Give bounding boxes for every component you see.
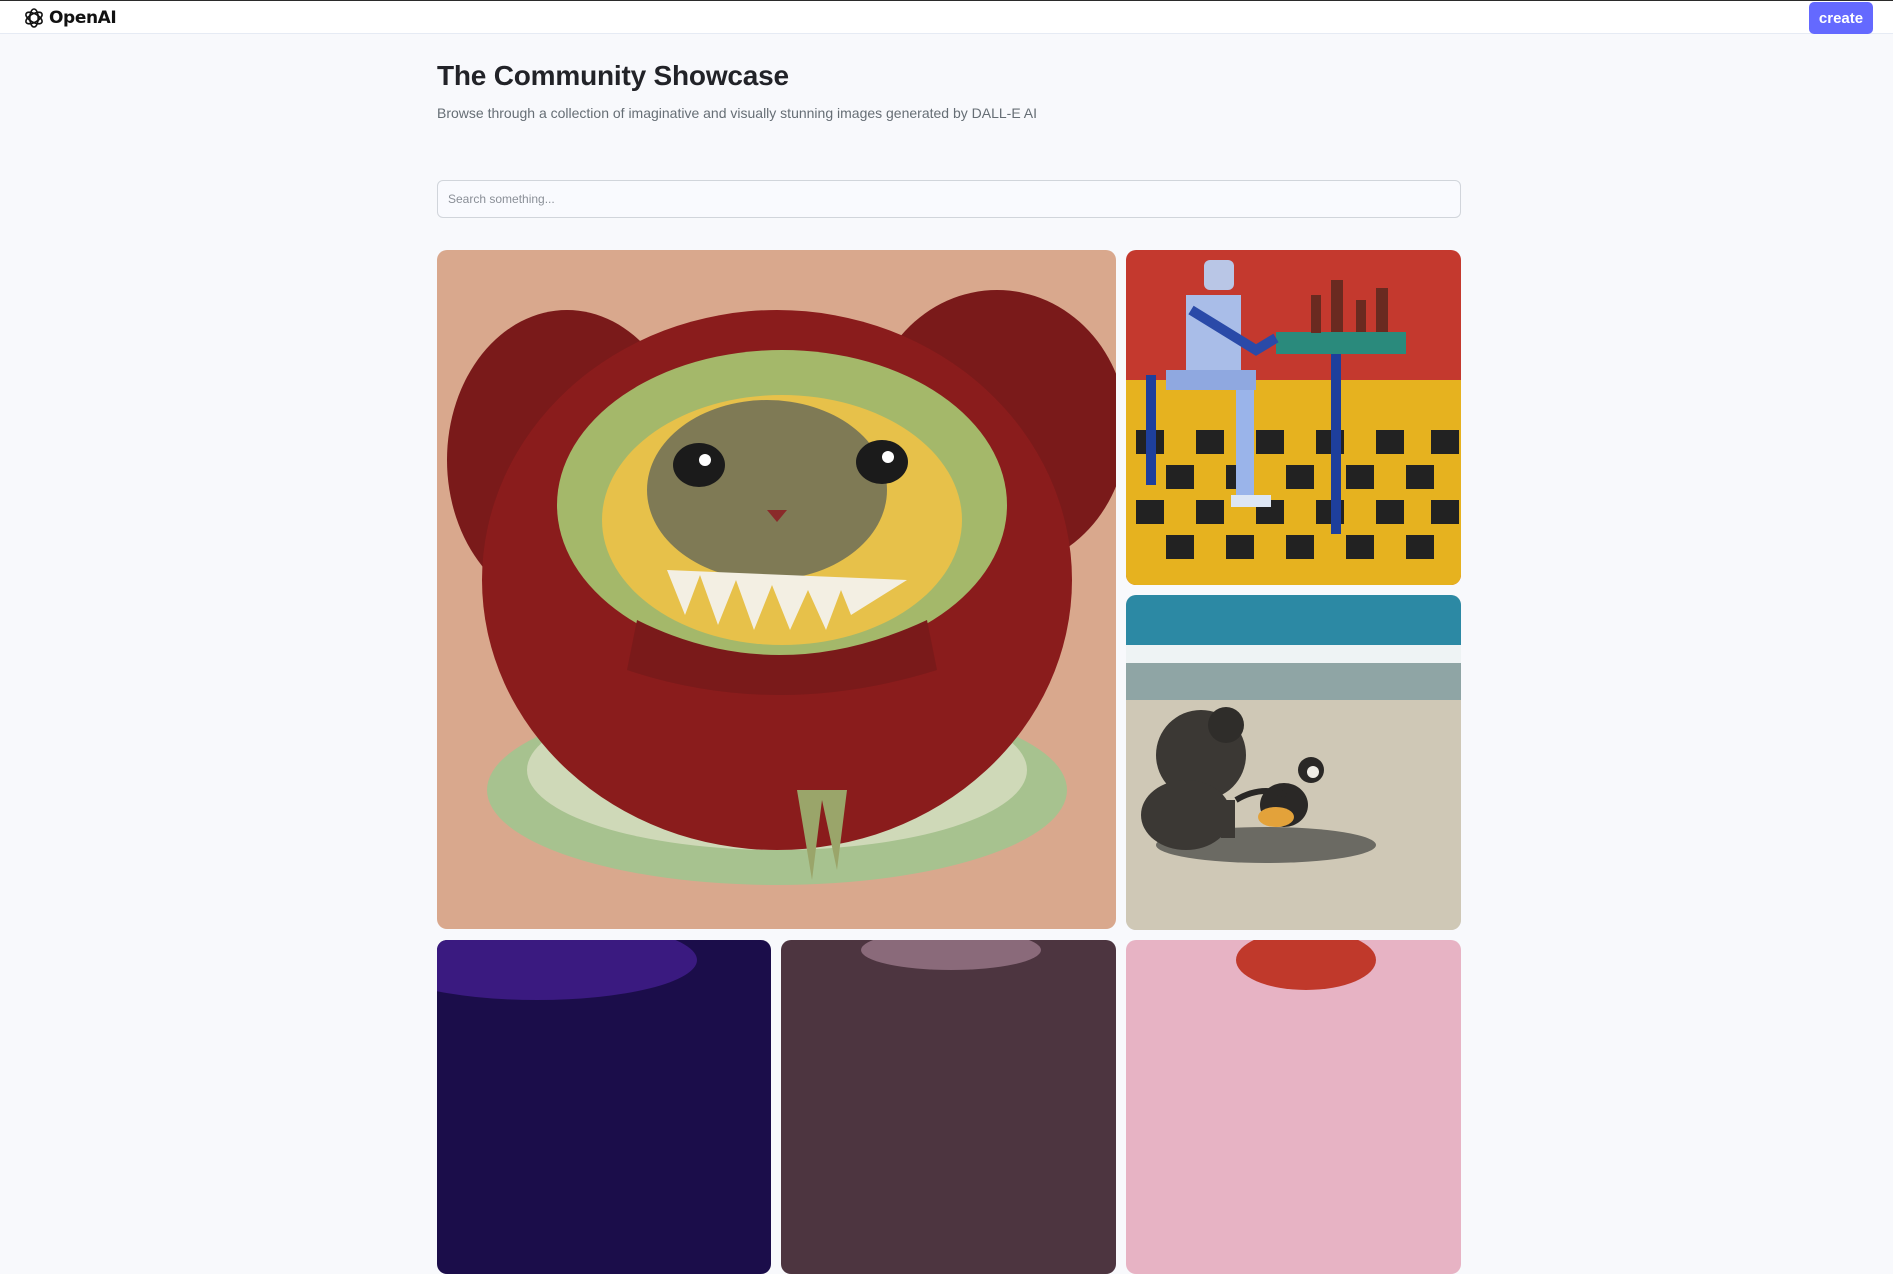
gallery-image-card[interactable] bbox=[1126, 940, 1461, 1274]
search-input[interactable] bbox=[437, 180, 1461, 218]
gallery-image-card[interactable] bbox=[437, 940, 771, 1274]
gallery-image-card[interactable] bbox=[1126, 250, 1461, 585]
top-navbar: OpenAI create bbox=[0, 0, 1893, 34]
purple-galaxy-image bbox=[437, 940, 771, 1274]
red-fruit-image bbox=[1126, 940, 1461, 1274]
create-button[interactable]: create bbox=[1809, 2, 1873, 34]
pink-abstract-image bbox=[781, 940, 1116, 1274]
gallery-image-card[interactable] bbox=[437, 250, 1116, 929]
monkeys-on-beach-image bbox=[1126, 595, 1461, 930]
knitted-monster-image bbox=[437, 250, 1116, 929]
brand-name: OpenAI bbox=[49, 8, 117, 28]
page-subtitle: Browse through a collection of imaginati… bbox=[437, 105, 1038, 121]
openai-logo-link[interactable]: OpenAI bbox=[22, 6, 117, 30]
page-title: The Community Showcase bbox=[437, 60, 789, 91]
openai-logo-icon bbox=[25, 8, 43, 28]
gallery-image-card[interactable] bbox=[781, 940, 1116, 1274]
gallery-image-card[interactable] bbox=[1126, 595, 1461, 930]
robot-chess-painting-image bbox=[1126, 250, 1461, 585]
